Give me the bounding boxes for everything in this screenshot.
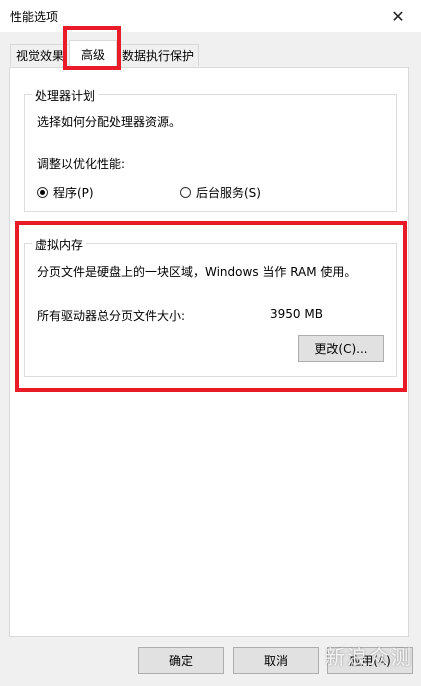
tab-label: 视觉效果 [15,49,64,63]
paging-size-label: 所有驱动器总分页文件大小: [37,309,186,323]
radio-unchecked-icon [180,187,191,198]
radio-checked-icon [37,187,48,198]
change-button[interactable]: 更改(C)... [298,335,384,362]
processor-scheduling-group: 处理器计划 选择如何分配处理器资源。 调整以优化性能: 程序(P) 后台服务(S… [24,87,397,212]
window-title: 性能选项 [10,10,59,24]
ok-button-label: 确定 [168,654,193,668]
processor-description: 选择如何分配处理器资源。 [37,115,182,129]
title-bar: 性能选项 ✕ [0,0,421,32]
tab-dep[interactable]: 数据执行保护 [117,44,199,66]
change-button-label: 更改(C)... [314,342,368,356]
tab-advanced[interactable]: 高级 [69,40,117,68]
radio-programs[interactable]: 程序(P) [37,184,94,201]
ok-button[interactable]: 确定 [138,647,224,674]
virtual-memory-group-title: 虚拟内存 [32,236,87,253]
watermark-text: 新浪众测 [325,645,413,669]
processor-group-title: 处理器计划 [32,87,99,104]
close-icon: ✕ [391,6,405,26]
radio-label: 程序(P) [53,186,94,200]
tab-label: 高级 [80,48,105,62]
cancel-button[interactable]: 取消 [233,647,319,674]
cancel-button-label: 取消 [263,654,288,668]
paging-size-value: 3950 MB [270,307,323,321]
tab-visual-effects[interactable]: 视觉效果 [10,44,70,66]
radio-label: 后台服务(S) [196,186,261,200]
virtual-memory-group: 虚拟内存 分页文件是硬盘上的一块区域，Windows 当作 RAM 使用。 所有… [24,236,397,377]
radio-background-services[interactable]: 后台服务(S) [180,184,261,201]
tab-panel-advanced: 处理器计划 选择如何分配处理器资源。 调整以优化性能: 程序(P) 后台服务(S… [9,67,409,637]
close-button[interactable]: ✕ [375,0,421,32]
optimize-label: 调整以优化性能: [37,157,126,171]
tab-label: 数据执行保护 [121,49,194,63]
virtual-memory-description: 分页文件是硬盘上的一块区域，Windows 当作 RAM 使用。 [37,265,357,279]
